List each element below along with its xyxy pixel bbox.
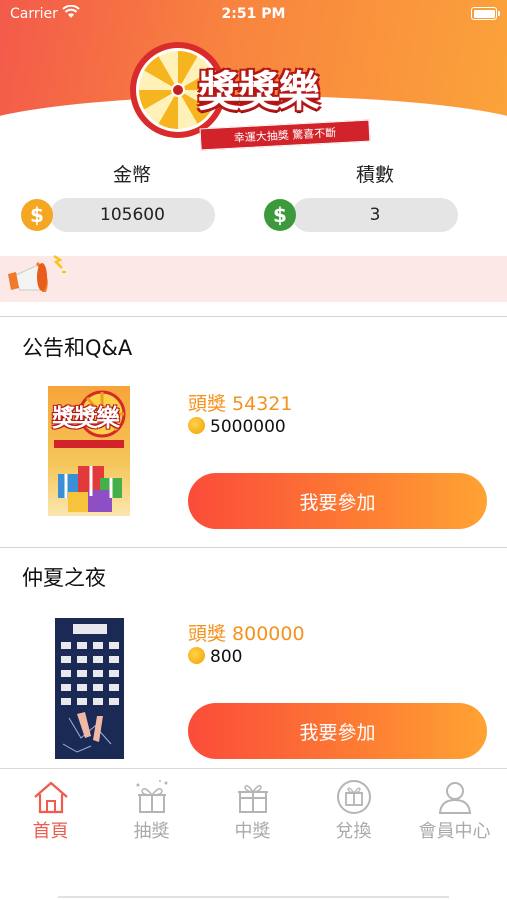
tab-member-label: 會員中心 (418, 821, 491, 842)
coins-label: 金幣 (112, 164, 151, 186)
gold-coin-icon (188, 417, 205, 434)
section-title: 公告和Q&A (22, 336, 133, 360)
divider (0, 316, 507, 317)
tab-member[interactable]: 會員中心 (404, 779, 505, 843)
tab-draw-label: 抽獎 (133, 821, 170, 842)
tab-home-label: 首頁 (32, 821, 69, 842)
gift-box-icon (237, 785, 268, 813)
points-label: 積數 (355, 164, 394, 186)
home-icon (33, 781, 68, 814)
clock: 2:51 PM (221, 6, 286, 22)
exchange-icon (336, 780, 371, 814)
event-thumbnail[interactable]: 獎獎樂 (48, 386, 130, 516)
entry-cost: 5000000 (188, 417, 286, 437)
entry-cost-value: 800 (210, 647, 243, 667)
tab-exchange[interactable]: 兌換 (303, 779, 404, 843)
points-balance: 3 (292, 198, 458, 232)
status-bar: Carrier 2:51 PM (0, 0, 507, 28)
join-button[interactable]: 我要參加 (188, 473, 487, 529)
thumbnail-title: 獎獎樂 (52, 404, 120, 432)
entry-cost-value: 5000000 (210, 417, 286, 437)
tab-bar: 首頁 抽獎 中獎 兌換 會員中心 (0, 768, 507, 900)
tab-exchange-label: 兌換 (335, 821, 372, 842)
entry-cost: 800 (188, 647, 242, 667)
grand-prize-label: 頭獎 54321 (188, 393, 293, 415)
announcement-bar[interactable] (0, 256, 507, 302)
member-icon (438, 782, 471, 814)
coin-icon: $ (21, 199, 53, 231)
event-thumbnail[interactable] (55, 618, 124, 759)
megaphone-icon (8, 254, 66, 292)
grand-prize-label: 頭獎 800000 (188, 623, 305, 645)
tab-draw[interactable]: 抽獎 (101, 779, 202, 843)
app-logo: 獎獎樂 幸運大抽獎 驚喜不斷 (130, 42, 380, 152)
tab-home[interactable]: 首頁 (0, 779, 101, 843)
join-button[interactable]: 我要參加 (188, 703, 487, 759)
battery-icon (471, 7, 500, 20)
points-icon: $ (264, 199, 296, 231)
logo-ribbon: 幸運大抽獎 驚喜不斷 (199, 119, 371, 151)
tab-winning-label: 中獎 (234, 821, 271, 842)
section-title: 仲夏之夜 (22, 566, 106, 590)
tab-winning[interactable]: 中獎 (202, 779, 303, 843)
divider (0, 547, 507, 548)
gift-draw-icon (136, 780, 167, 813)
logo-title: 獎獎樂 (198, 67, 320, 116)
coins-balance: 105600 (50, 198, 215, 232)
home-indicator (58, 896, 449, 898)
gold-coin-icon (188, 647, 205, 664)
